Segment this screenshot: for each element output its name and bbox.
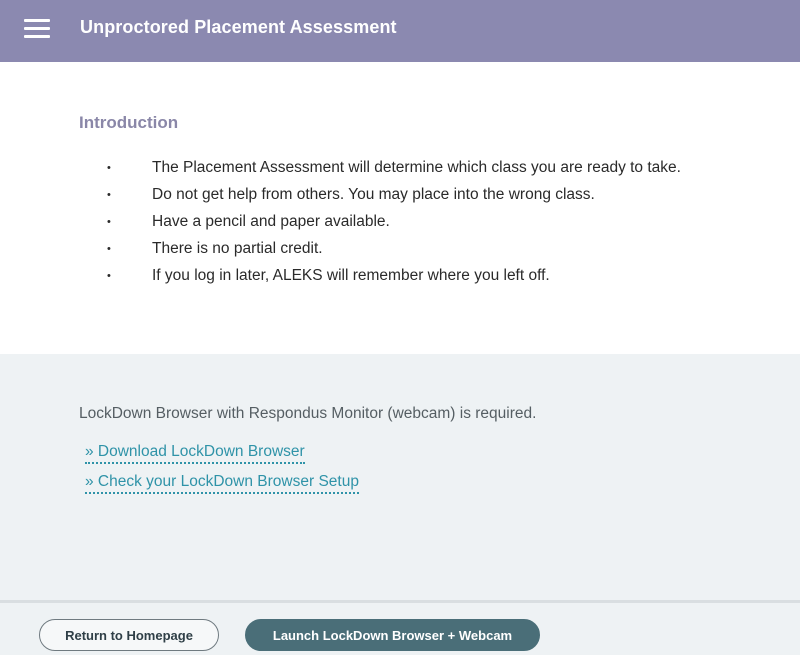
launch-lockdown-webcam-button[interactable]: Launch LockDown Browser + Webcam [245, 619, 540, 651]
list-item: If you log in later, ALEKS will remember… [107, 266, 681, 293]
list-item: Do not get help from others. You may pla… [107, 185, 681, 212]
lockdown-requirement-text: LockDown Browser with Respondus Monitor … [79, 405, 537, 422]
footer-bar: Return to Homepage Launch LockDown Brows… [0, 600, 800, 655]
list-item: Have a pencil and paper available. [107, 212, 681, 239]
list-item: There is no partial credit. [107, 239, 681, 266]
list-item: The Placement Assessment will determine … [107, 158, 681, 185]
introduction-list: The Placement Assessment will determine … [107, 158, 681, 293]
return-to-homepage-button[interactable]: Return to Homepage [39, 619, 219, 651]
download-lockdown-browser-link[interactable]: » Download LockDown Browser [85, 443, 305, 464]
requirements-section: LockDown Browser with Respondus Monitor … [0, 354, 800, 600]
introduction-heading: Introduction [79, 113, 179, 132]
hamburger-menu-icon[interactable] [24, 17, 50, 39]
introduction-section: Introduction The Placement Assessment wi… [0, 62, 800, 354]
page-title: Unproctored Placement Assessment [80, 17, 397, 37]
check-lockdown-setup-link[interactable]: » Check your LockDown Browser Setup [85, 473, 359, 494]
header-bar: Unproctored Placement Assessment [0, 0, 800, 62]
